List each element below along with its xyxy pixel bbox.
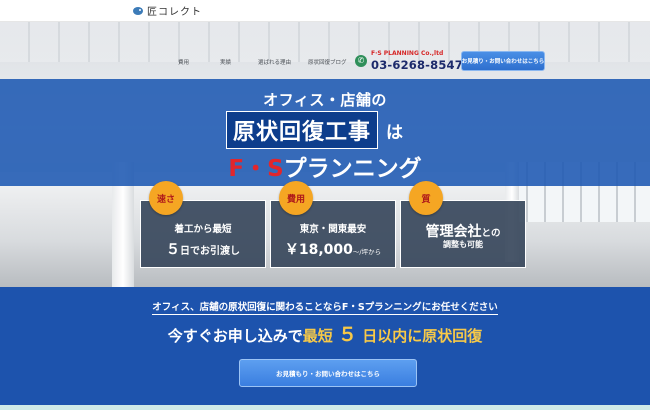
feature-text: 東京・関東最安 [299, 224, 367, 235]
cta-subtitle: オフィス、店舗の原状回復に関わることならF・Sプランニングにお任せください [0, 299, 650, 315]
headline-particle: は [386, 122, 404, 143]
top-bar: 匠コレクト [0, 0, 650, 22]
feature-badge: 費用 [279, 181, 313, 215]
cta-title-highlight: 日以内に原状回復 [362, 327, 483, 345]
headline-company-initials: F・S [228, 156, 284, 182]
feature-text: ５日でお引渡し [141, 239, 265, 259]
feature-text: との [481, 228, 501, 239]
site-logo[interactable]: 匠コレクト [147, 3, 202, 18]
feature-badge: 質 [409, 181, 443, 215]
main-nav: 費用 実績 選ばれる理由 原状回復ブログ [0, 58, 650, 70]
header-contact-button[interactable]: お見積り・お問い合わせはこちら [461, 51, 545, 71]
cta-subtitle-part: オフィス、店舗の [152, 302, 229, 313]
feature-text: 調整も可能 [443, 240, 483, 249]
cta-title-number: ５ [338, 324, 358, 346]
feature-text: 管理会社との [401, 221, 525, 241]
phone-contact[interactable]: ✆ F·S PLANNING Co.,ltd 03-6268-8547 [355, 49, 463, 73]
feature-text: 日でお引渡し [180, 246, 240, 257]
headline-line2: 原状回復工事 は [226, 111, 404, 149]
feature-speed: 速さ 着工から最短 ５日でお引渡し [140, 181, 266, 268]
feature-badge: 速さ [149, 181, 183, 215]
cta-subtitle-part: に関わることなら [266, 302, 342, 313]
bird-logo-icon [133, 6, 143, 15]
cta-subtitle-part: F・Sプランニング [341, 302, 422, 313]
cta-title-part: 今すぐお申し込みで [167, 327, 303, 345]
section-divider [0, 405, 650, 410]
feature-highlight: ５ [166, 242, 180, 258]
hero-background-ceiling [0, 22, 650, 62]
headline-line3: F・Sプランニング [0, 149, 650, 183]
nav-item-cost[interactable]: 費用 [178, 58, 189, 66]
feature-highlight: 管理会社 [425, 224, 482, 240]
nav-item-results[interactable]: 実績 [220, 58, 231, 66]
headline-band: オフィス・店舗の 原状回復工事 は F・Sプランニング [0, 79, 650, 186]
company-name: F·S PLANNING Co.,ltd [371, 50, 444, 57]
feature-cost: 費用 東京・関東最安 ￥18,000〜/坪から [270, 181, 396, 268]
main-contact-button[interactable]: お見積もり・お問い合わせはこちら [239, 359, 417, 387]
headline-keyword-box: 原状回復工事 [226, 111, 379, 149]
feature-quality: 質 管理会社との 調整も可能 [400, 181, 526, 268]
cta-subtitle-part: にお任せください [421, 302, 498, 313]
cta-title-highlight: 最短 [302, 327, 333, 345]
feature-highlight: ￥18,000 [284, 242, 353, 258]
feature-text: ￥18,000〜/坪から [271, 239, 395, 259]
cta-subtitle-part: 原状回復 [228, 302, 267, 313]
nav-item-reasons[interactable]: 選ばれる理由 [258, 58, 291, 66]
feature-text: 着工から最短 [174, 224, 232, 235]
headline-line1: オフィス・店舗の [263, 91, 387, 109]
cta-title: 今すぐお申し込みで最短 ５ 日以内に原状回復 [0, 320, 650, 347]
nav-item-blog[interactable]: 原状回復ブログ [308, 58, 347, 66]
phone-number[interactable]: 03-6268-8547 [371, 58, 463, 72]
cta-section: オフィス、店舗の原状回復に関わることならF・Sプランニングにお任せください 今す… [0, 287, 650, 410]
headline-company-name: プランニング [283, 156, 422, 182]
cta-subtitle-text: オフィス、店舗の原状回復に関わることならF・Sプランニングにお任せください [152, 302, 498, 315]
feature-text: 〜/坪から [352, 248, 382, 256]
phone-icon: ✆ [355, 55, 367, 67]
